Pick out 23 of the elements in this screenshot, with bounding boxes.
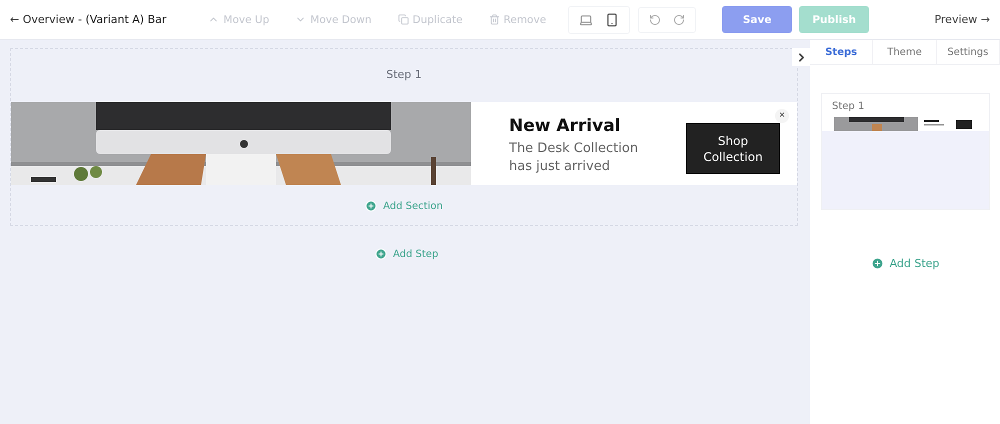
shop-button[interactable]: Shop Collection	[686, 123, 780, 174]
save-button[interactable]: Save	[722, 6, 792, 33]
step-thumbnail[interactable]: Step 1	[821, 93, 990, 210]
add-section-button[interactable]: Add Section	[365, 200, 443, 212]
collapse-button[interactable]	[792, 48, 810, 66]
banner-text: The Desk Collection has just arrived	[509, 140, 640, 176]
thumbnail-title: Step 1	[832, 101, 866, 112]
trash-icon	[488, 14, 500, 25]
close-button[interactable]: ×	[775, 109, 789, 123]
add-step-button[interactable]: Add Step	[870, 257, 940, 270]
copy-icon	[398, 14, 409, 25]
add-step-button[interactable]: Add Step	[375, 248, 438, 260]
step-title: Step 1	[386, 68, 422, 81]
back-link[interactable]: ← Overview - (Variant A) Bar	[10, 13, 166, 26]
plus-icon	[365, 200, 378, 212]
banner-heading: New Arrival	[509, 116, 622, 136]
preview-link[interactable]: Preview →	[934, 13, 990, 26]
plus-icon	[870, 257, 884, 270]
redo-icon[interactable]	[673, 14, 686, 26]
undo-icon[interactable]	[649, 14, 662, 26]
laptop-icon[interactable]	[579, 12, 594, 26]
plus-icon	[375, 248, 387, 260]
phone-icon[interactable]	[605, 12, 620, 26]
